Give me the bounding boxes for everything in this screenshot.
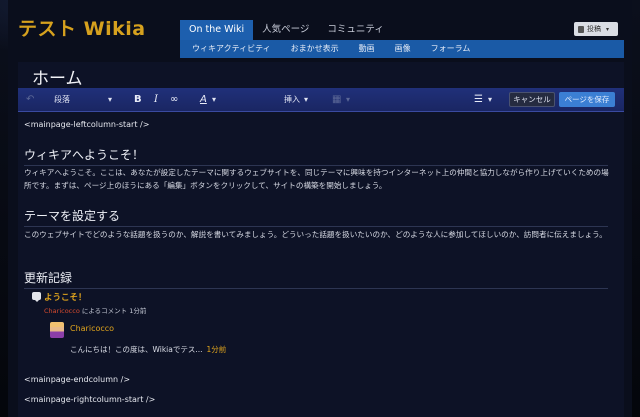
editor-toolbar: ↶ 段落 ▾ B I ∞ A ▾ 挿入 ▾ ▦ ▾ ☰ ▾ キャンセル ページを… (18, 88, 624, 112)
activity-user-link[interactable]: Charicocco (44, 307, 80, 315)
link-icon[interactable]: ∞ (170, 88, 178, 112)
avatar[interactable] (50, 322, 64, 338)
subnav-videos[interactable]: 動画 (351, 40, 383, 58)
format-select[interactable]: 段落 (54, 88, 70, 112)
comment-bubble-icon (32, 292, 41, 302)
chevron-down-icon[interactable]: ▾ (108, 88, 112, 112)
comment-text: こんにちは！この度は、Wikiaでテス... (70, 345, 203, 354)
activity-meta-text: によるコメント 1分前 (79, 307, 147, 315)
heading-updates: 更新記録 (24, 269, 608, 289)
tab-popular-pages[interactable]: 人気ページ (253, 20, 318, 40)
chevron-down-icon: ▾ (606, 25, 610, 33)
cancel-button[interactable]: キャンセル (509, 92, 555, 107)
wiki-logo[interactable]: テスト Wikia (18, 14, 146, 41)
italic-button[interactable]: I (154, 88, 158, 112)
insert-menu[interactable]: 挿入 (284, 88, 300, 112)
contribute-label: 投稿 (587, 25, 601, 33)
wiki-header: テスト Wikia On the Wiki 人気ページ コミュニティ ウィキアク… (8, 0, 632, 60)
chevron-down-icon[interactable]: ▾ (346, 88, 350, 112)
chevron-down-icon[interactable]: ▾ (488, 88, 492, 112)
sub-navigation: ウィキアクティビティ おまかせ表示 動画 画像 フォーラム (180, 40, 624, 58)
activity-feed-item: ようこそ！ Charicocco によるコメント 1分前 Charicocco … (32, 291, 592, 361)
heading-welcome: ウィキアへようこそ！ (24, 146, 608, 166)
undo-icon[interactable]: ↶ (26, 88, 34, 112)
commenter-name[interactable]: Charicocco (70, 324, 114, 333)
bold-button[interactable]: B (134, 88, 142, 112)
subnav-forum[interactable]: フォーラム (423, 40, 479, 58)
subnav-wiki-activity[interactable]: ウィキアクティビティ (184, 40, 279, 58)
tab-on-the-wiki[interactable]: On the Wiki (180, 20, 254, 40)
chevron-down-icon[interactable]: ▾ (304, 88, 308, 112)
activity-title[interactable]: ようこそ！ (44, 291, 87, 303)
heading-theme: テーマを設定する (24, 207, 608, 227)
activity-meta: Charicocco によるコメント 1分前 (44, 305, 146, 315)
wiki-page: テスト Wikia On the Wiki 人気ページ コミュニティ ウィキアク… (8, 0, 632, 417)
wiki-navigation: On the Wiki 人気ページ コミュニティ ウィキアクティビティ おまかせ… (180, 20, 624, 60)
welcome-paragraph: ウィキアへようこそ。ここは、あなたが設定したテーマに関するウェブサイトを、同じテ… (24, 168, 609, 190)
chevron-down-icon[interactable]: ▾ (212, 88, 216, 112)
tag-rightcolumn-start: <mainpage-rightcolumn-start /> (24, 395, 156, 404)
subnav-random-page[interactable]: おまかせ表示 (283, 40, 347, 58)
list-icon[interactable]: ☰ (474, 88, 483, 112)
article-editor: ホーム ↶ 段落 ▾ B I ∞ A ▾ 挿入 ▾ ▦ ▾ ☰ ▾ キャンセル … (18, 62, 624, 417)
tab-community[interactable]: コミュニティ (318, 20, 392, 40)
tag-endcolumn: <mainpage-endcolumn /> (24, 375, 131, 384)
nav-tabs: On the Wiki 人気ページ コミュニティ (180, 20, 393, 40)
contribute-button[interactable]: 投稿 ▾ (574, 22, 618, 36)
page-icon (578, 25, 584, 33)
page-title: ホーム (32, 69, 83, 89)
theme-paragraph: このウェブサイトでどのような話題を扱うのか、解説を書いてみましょう。どういった話… (24, 230, 607, 239)
text-color-button[interactable]: A (200, 88, 207, 112)
subnav-images[interactable]: 画像 (387, 40, 419, 58)
save-page-button[interactable]: ページを保存 (559, 92, 615, 107)
table-icon[interactable]: ▦ (332, 88, 341, 112)
comment-snippet: こんにちは！この度は、Wikiaでテス... 1分前 (70, 344, 226, 355)
tag-leftcolumn-start: <mainpage-leftcolumn-start /> (24, 120, 150, 129)
comment-time[interactable]: 1分前 (207, 345, 227, 354)
